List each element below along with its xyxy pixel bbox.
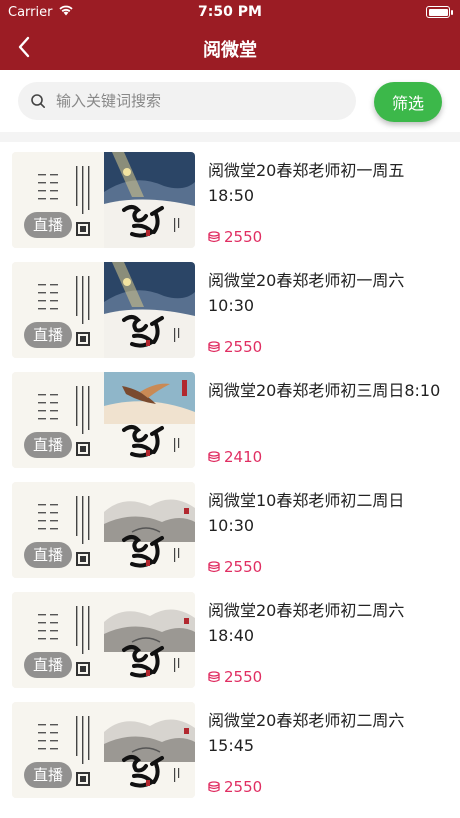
- course-item[interactable]: 直播 阅微堂20春郑老师初一周六10:30 2550: [0, 252, 460, 362]
- course-thumbnail[interactable]: 直播: [12, 372, 195, 468]
- course-price: 2410: [208, 448, 262, 466]
- course-price: 2550: [208, 778, 262, 796]
- battery-icon: [426, 6, 450, 18]
- course-title[interactable]: 阅微堂20春郑老师初一周六10:30: [208, 268, 444, 318]
- course-thumbnail[interactable]: 直播: [12, 152, 195, 248]
- course-thumbnail[interactable]: 直播: [12, 592, 195, 688]
- live-badge: 直播: [24, 212, 72, 238]
- course-price: 2550: [208, 338, 262, 356]
- course-title[interactable]: 阅微堂20春郑老师初一周五18:50: [208, 158, 444, 208]
- price-value: 2550: [224, 558, 263, 576]
- search-area: 筛选: [0, 70, 460, 132]
- coin-icon: [208, 560, 222, 574]
- course-thumbnail[interactable]: 直播: [12, 262, 195, 358]
- course-item[interactable]: 直播 阅微堂20春郑老师初二周六15:45 2550: [0, 692, 460, 802]
- course-title[interactable]: 阅微堂20春郑老师初三周日8:10: [208, 378, 444, 403]
- price-value: 2550: [224, 338, 263, 356]
- course-item[interactable]: 直播 阅微堂20春郑老师初三周日8:10 2410: [0, 362, 460, 472]
- coin-icon: [208, 780, 222, 794]
- course-thumbnail[interactable]: 直播: [12, 702, 195, 798]
- course-price: 2550: [208, 228, 262, 246]
- course-item[interactable]: 直播 阅微堂20春郑老师初二周六18:40 2550: [0, 582, 460, 692]
- section-divider: [0, 132, 460, 142]
- coin-icon: [208, 450, 222, 464]
- live-badge: 直播: [24, 322, 72, 348]
- live-badge: 直播: [24, 542, 72, 568]
- course-title[interactable]: 阅微堂20春郑老师初二周六15:45: [208, 708, 444, 758]
- coin-icon: [208, 340, 222, 354]
- price-value: 2550: [224, 228, 263, 246]
- search-icon: [30, 92, 48, 110]
- page-title: 阅微堂: [203, 40, 257, 61]
- live-badge: 直播: [24, 432, 72, 458]
- price-value: 2550: [224, 668, 263, 686]
- status-bar: Carrier 7:50 PM: [0, 0, 460, 24]
- course-item[interactable]: 直播 阅微堂10春郑老师初二周日10:30 2550: [0, 472, 460, 582]
- course-title[interactable]: 阅微堂10春郑老师初二周日10:30: [208, 488, 444, 538]
- battery-tip: [451, 9, 453, 15]
- course-title[interactable]: 阅微堂20春郑老师初二周六18:40: [208, 598, 444, 648]
- nav-bar: 阅微堂: [0, 24, 460, 70]
- coin-icon: [208, 670, 222, 684]
- course-price: 2550: [208, 558, 262, 576]
- status-time: 7:50 PM: [198, 4, 262, 20]
- coin-icon: [208, 230, 222, 244]
- price-value: 2410: [224, 448, 263, 466]
- search-box[interactable]: [18, 82, 356, 120]
- course-item[interactable]: 直播 阅微堂20春郑老师初一周五18:50 2550: [0, 142, 460, 252]
- live-badge: 直播: [24, 762, 72, 788]
- course-price: 2550: [208, 668, 262, 686]
- course-thumbnail[interactable]: 直播: [12, 482, 195, 578]
- filter-button[interactable]: 筛选: [374, 82, 442, 122]
- course-list: 直播 阅微堂20春郑老师初一周五18:50 2550 直播 阅微堂20春郑老师初…: [0, 142, 460, 802]
- price-value: 2550: [224, 778, 263, 796]
- live-badge: 直播: [24, 652, 72, 678]
- search-input[interactable]: [56, 92, 336, 110]
